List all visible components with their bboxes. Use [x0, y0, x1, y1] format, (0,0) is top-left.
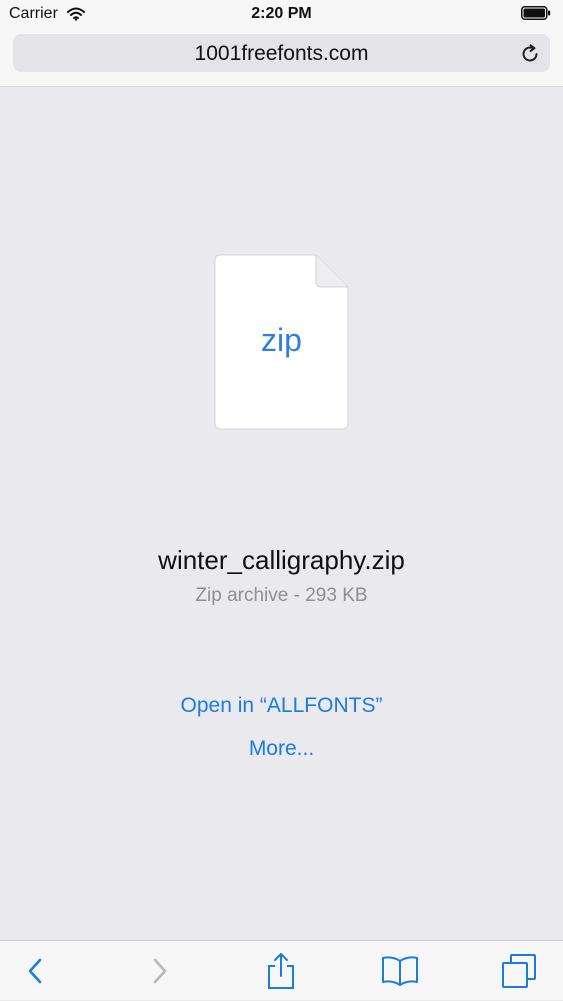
- top-bar: Carrier 2:20 PM 1001freefonts.com: [0, 0, 563, 87]
- status-time: 2:20 PM: [251, 5, 312, 22]
- file-info: Zip archive - 293 KB: [195, 585, 368, 606]
- address-bar[interactable]: 1001freefonts.com: [13, 34, 550, 72]
- back-icon: [28, 958, 42, 984]
- bottom-toolbar: [0, 940, 563, 1000]
- file-name: winter_calligraphy.zip: [158, 545, 405, 575]
- bookmarks-button[interactable]: [370, 941, 430, 1001]
- more-options-button[interactable]: More...: [0, 737, 563, 761]
- share-button[interactable]: [251, 941, 311, 1001]
- back-button[interactable]: [5, 941, 65, 1001]
- bookmarks-icon: [382, 956, 418, 986]
- tabs-button[interactable]: [489, 941, 549, 1001]
- reload-icon[interactable]: [519, 43, 541, 65]
- forward-button[interactable]: [130, 941, 190, 1001]
- url-text: 1001freefonts.com: [194, 42, 369, 65]
- tabs-icon: [502, 954, 536, 988]
- status-bar: Carrier 2:20 PM: [0, 0, 563, 28]
- file-type-label: zip: [261, 322, 302, 358]
- battery-icon: [521, 6, 551, 20]
- open-in-app-button[interactable]: Open in “ALLFONTS”: [0, 694, 563, 718]
- share-icon: [268, 953, 294, 989]
- forward-icon: [153, 958, 167, 984]
